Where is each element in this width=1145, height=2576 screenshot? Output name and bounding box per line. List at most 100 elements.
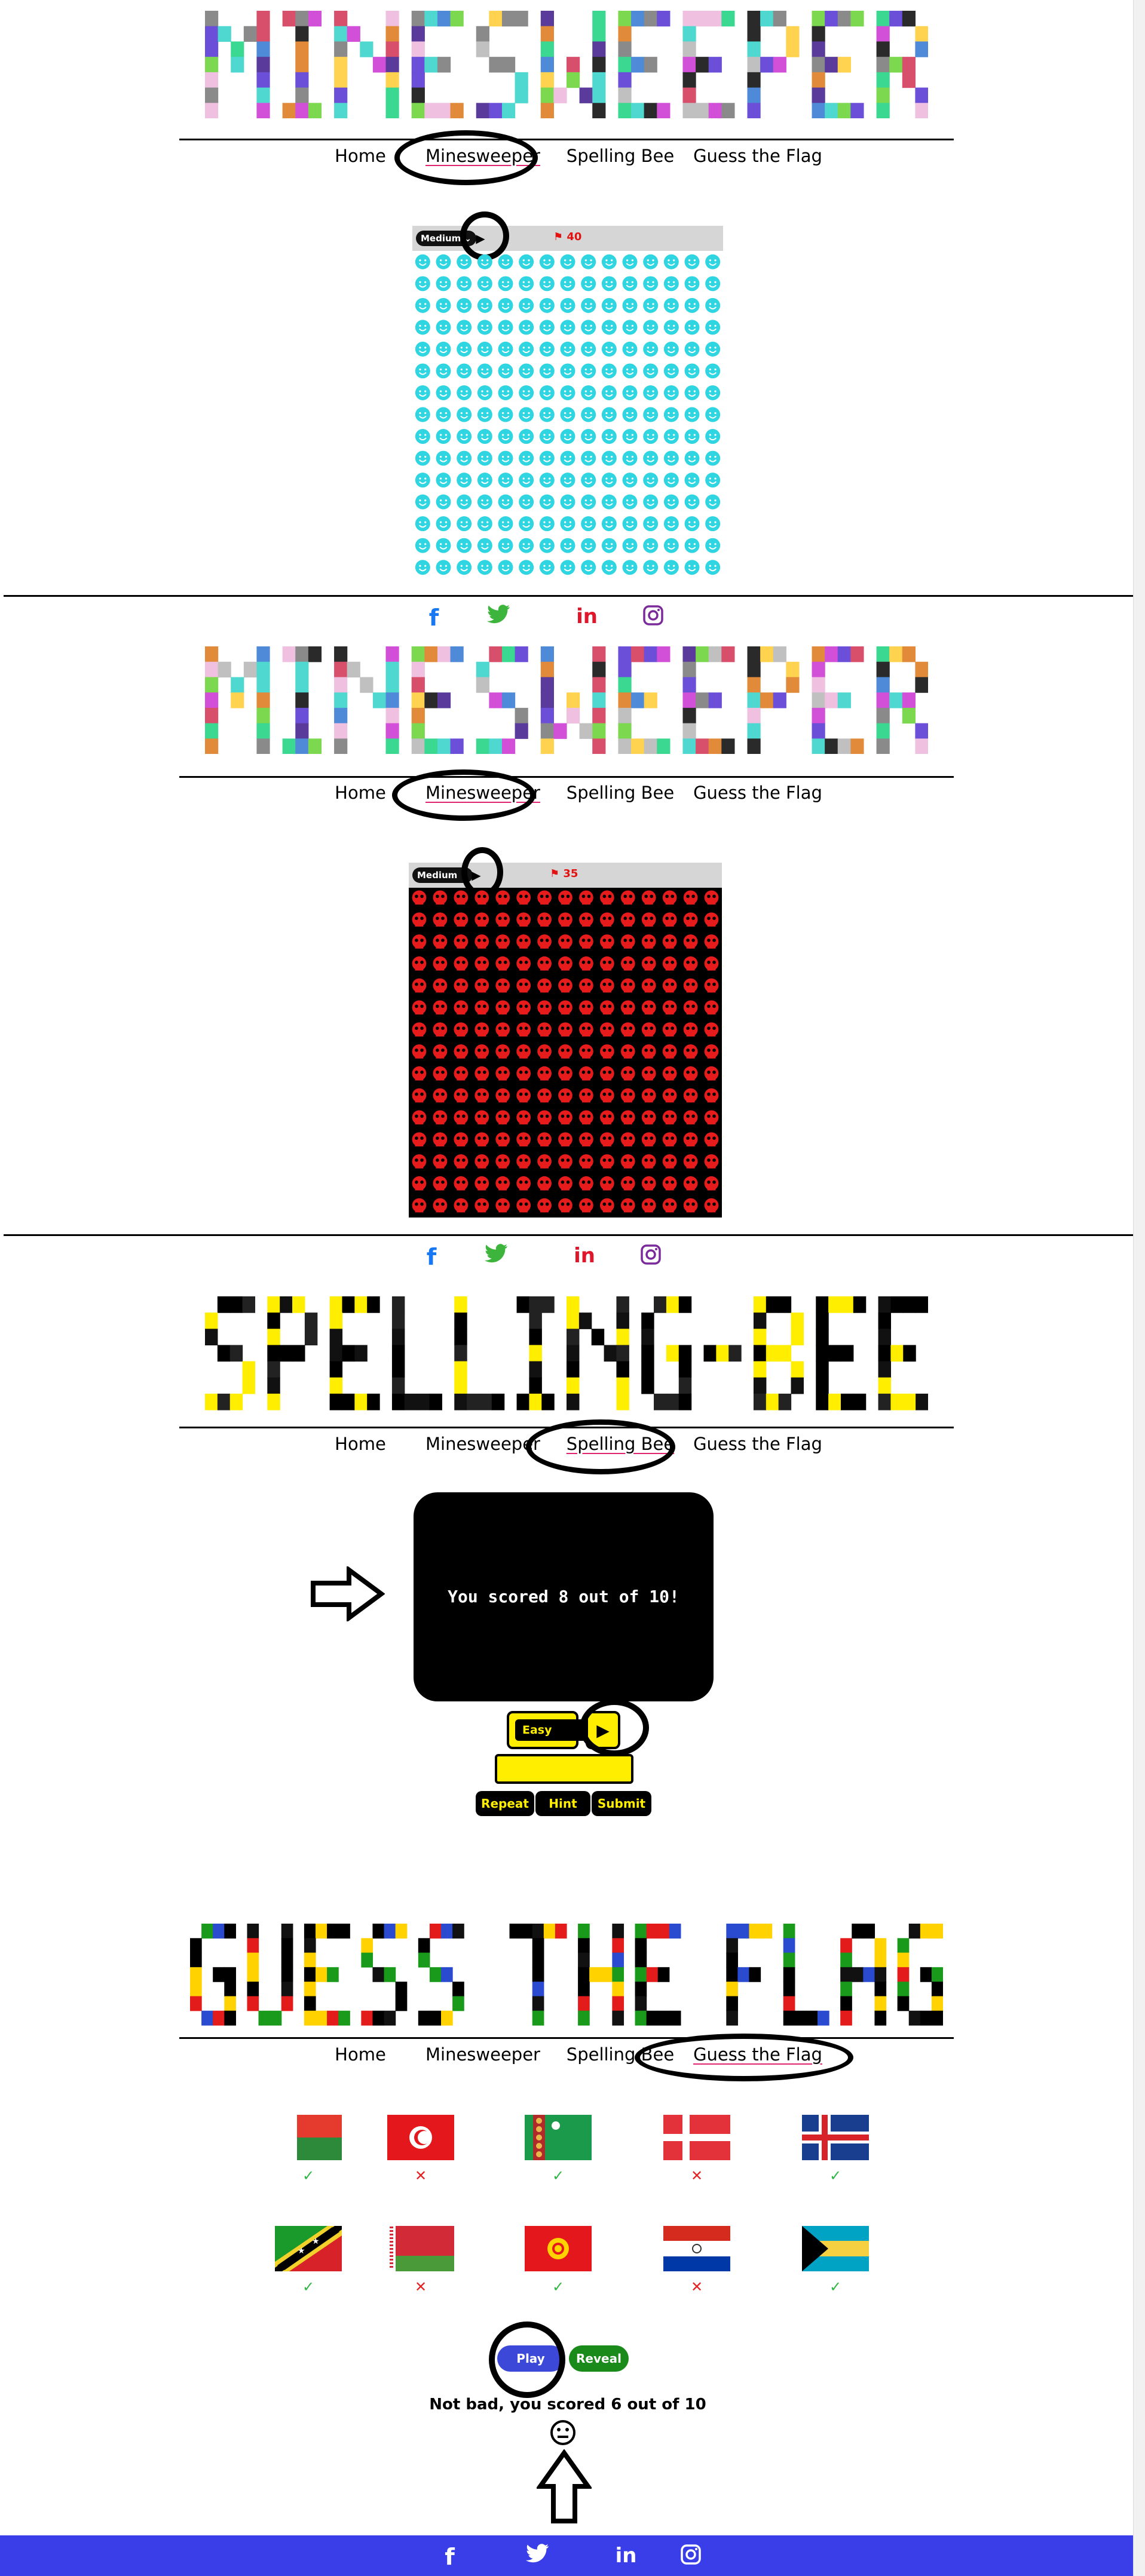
hidden-cell (622, 494, 638, 510)
mine-cell (537, 1132, 552, 1147)
hidden-cell (643, 298, 659, 313)
reveal-button[interactable]: Reveal (569, 2345, 629, 2372)
instagram-icon[interactable] (669, 2544, 712, 2570)
hidden-cell (457, 538, 472, 553)
nav-minesweeper[interactable]: Minesweeper (414, 1434, 552, 1454)
hidden-cell (436, 407, 451, 422)
mine-cell (537, 956, 552, 971)
hidden-cell (663, 341, 679, 357)
flag-belarus[interactable] (387, 2226, 454, 2271)
hidden-cell (581, 407, 596, 422)
linkedin-icon[interactable]: in (542, 605, 632, 631)
mine-cell (599, 1022, 614, 1037)
flag-denmark[interactable] (663, 2115, 730, 2160)
hidden-cell (519, 516, 534, 532)
difficulty-select-inner[interactable]: Easy (515, 1719, 589, 1741)
mine-cell (537, 1198, 552, 1213)
hidden-cell (705, 560, 721, 575)
mine-cell (683, 890, 698, 905)
linkedin-icon[interactable]: in (540, 1244, 629, 1270)
mine-cell (412, 1132, 427, 1147)
instagram-icon[interactable] (632, 605, 675, 631)
hidden-cell (415, 385, 430, 400)
banner-divider (179, 139, 954, 140)
twitter-icon[interactable] (493, 2544, 583, 2570)
nav-minesweeper[interactable]: Minesweeper (414, 146, 552, 166)
flag-paraguay[interactable] (663, 2226, 730, 2271)
repeat-button[interactable]: Repeat (476, 1791, 534, 1816)
flag-bahamas[interactable] (802, 2226, 869, 2271)
hidden-cell (684, 407, 700, 422)
hidden-cell (601, 385, 617, 400)
hidden-cell (436, 429, 451, 444)
nav-home[interactable]: Home (307, 1434, 414, 1454)
mine-cell (579, 912, 593, 927)
hidden-cell (415, 320, 430, 335)
mine-cell (412, 934, 427, 949)
mine-cell (454, 1154, 469, 1169)
hidden-cell (581, 298, 596, 313)
mine-cell (599, 1110, 614, 1125)
hidden-cell (539, 276, 555, 292)
flag-turkmenistan[interactable] (525, 2115, 592, 2160)
facebook-icon[interactable]: f (412, 605, 455, 631)
nav-spelling-bee[interactable]: Spelling Bee (552, 2044, 689, 2065)
nav-spelling-bee[interactable]: Spelling Bee (552, 146, 689, 166)
hidden-cell (519, 363, 534, 379)
mine-cell (704, 1176, 719, 1191)
nav-home[interactable]: Home (307, 783, 414, 803)
flag-tunisia[interactable] (387, 2115, 454, 2160)
hidden-cell (622, 429, 638, 444)
mine-cell (620, 1066, 635, 1081)
nav-guess-the-flag[interactable]: Guess the Flag (689, 146, 826, 166)
mine-cell (641, 912, 656, 927)
mine-cell (662, 1022, 677, 1037)
facebook-icon[interactable]: f (410, 1244, 453, 1270)
mine-cell (412, 1154, 427, 1169)
mine-cell (495, 1022, 510, 1037)
flag-madagascar[interactable] (275, 2115, 342, 2160)
mine-cell (558, 1044, 572, 1059)
nav-guess-the-flag[interactable]: Guess the Flag (689, 783, 826, 803)
hidden-cell (519, 429, 534, 444)
nav-guess-the-flag[interactable]: Guess the Flag (689, 1434, 826, 1454)
linkedin-icon[interactable]: in (583, 2544, 669, 2570)
hint-button[interactable]: Hint (535, 1791, 590, 1816)
hidden-cell (684, 516, 700, 532)
mine-cell (495, 1176, 510, 1191)
minesweeper-grid-lost[interactable] (409, 888, 722, 1218)
flag-iceland[interactable] (802, 2115, 869, 2160)
nav-minesweeper[interactable]: Minesweeper (414, 2044, 552, 2065)
mine-cell (620, 1022, 635, 1037)
hidden-cell (705, 538, 721, 553)
main-nav: Home Minesweeper Spelling Bee Guess the … (179, 783, 954, 803)
submit-button[interactable]: Submit (592, 1791, 651, 1816)
nav-home[interactable]: Home (307, 146, 414, 166)
hidden-cell (581, 473, 596, 488)
hidden-cell (581, 516, 596, 532)
nav-guess-the-flag[interactable]: Guess the Flag (689, 2044, 826, 2065)
nav-minesweeper[interactable]: Minesweeper (414, 783, 552, 803)
twitter-icon[interactable] (455, 605, 542, 631)
nav-home[interactable]: Home (307, 2044, 414, 2065)
instagram-icon[interactable] (629, 1244, 672, 1270)
mine-cell (454, 1044, 469, 1059)
hidden-cell (477, 473, 492, 488)
hidden-cell (519, 473, 534, 488)
flag-kyrgyzstan[interactable] (525, 2226, 592, 2271)
twitter-icon[interactable] (453, 1244, 540, 1270)
answer-input[interactable] (495, 1754, 633, 1784)
hidden-cell (601, 429, 617, 444)
spelling-bee-banner (205, 1296, 928, 1410)
nav-spelling-bee[interactable]: Spelling Bee (552, 783, 689, 803)
mine-cell (454, 1132, 469, 1147)
mine-cell (579, 1110, 593, 1125)
mine-cell (474, 1000, 489, 1015)
page-scrollbar[interactable] (1133, 0, 1145, 2576)
flag-saint-kitts-and-nevis[interactable]: ★ ★ (275, 2226, 342, 2271)
minesweeper-grid[interactable] (412, 251, 723, 578)
hidden-cell (436, 385, 451, 400)
nav-spelling-bee[interactable]: Spelling Bee (552, 1434, 689, 1454)
hidden-cell (436, 320, 451, 335)
facebook-icon[interactable]: f (406, 2544, 493, 2570)
